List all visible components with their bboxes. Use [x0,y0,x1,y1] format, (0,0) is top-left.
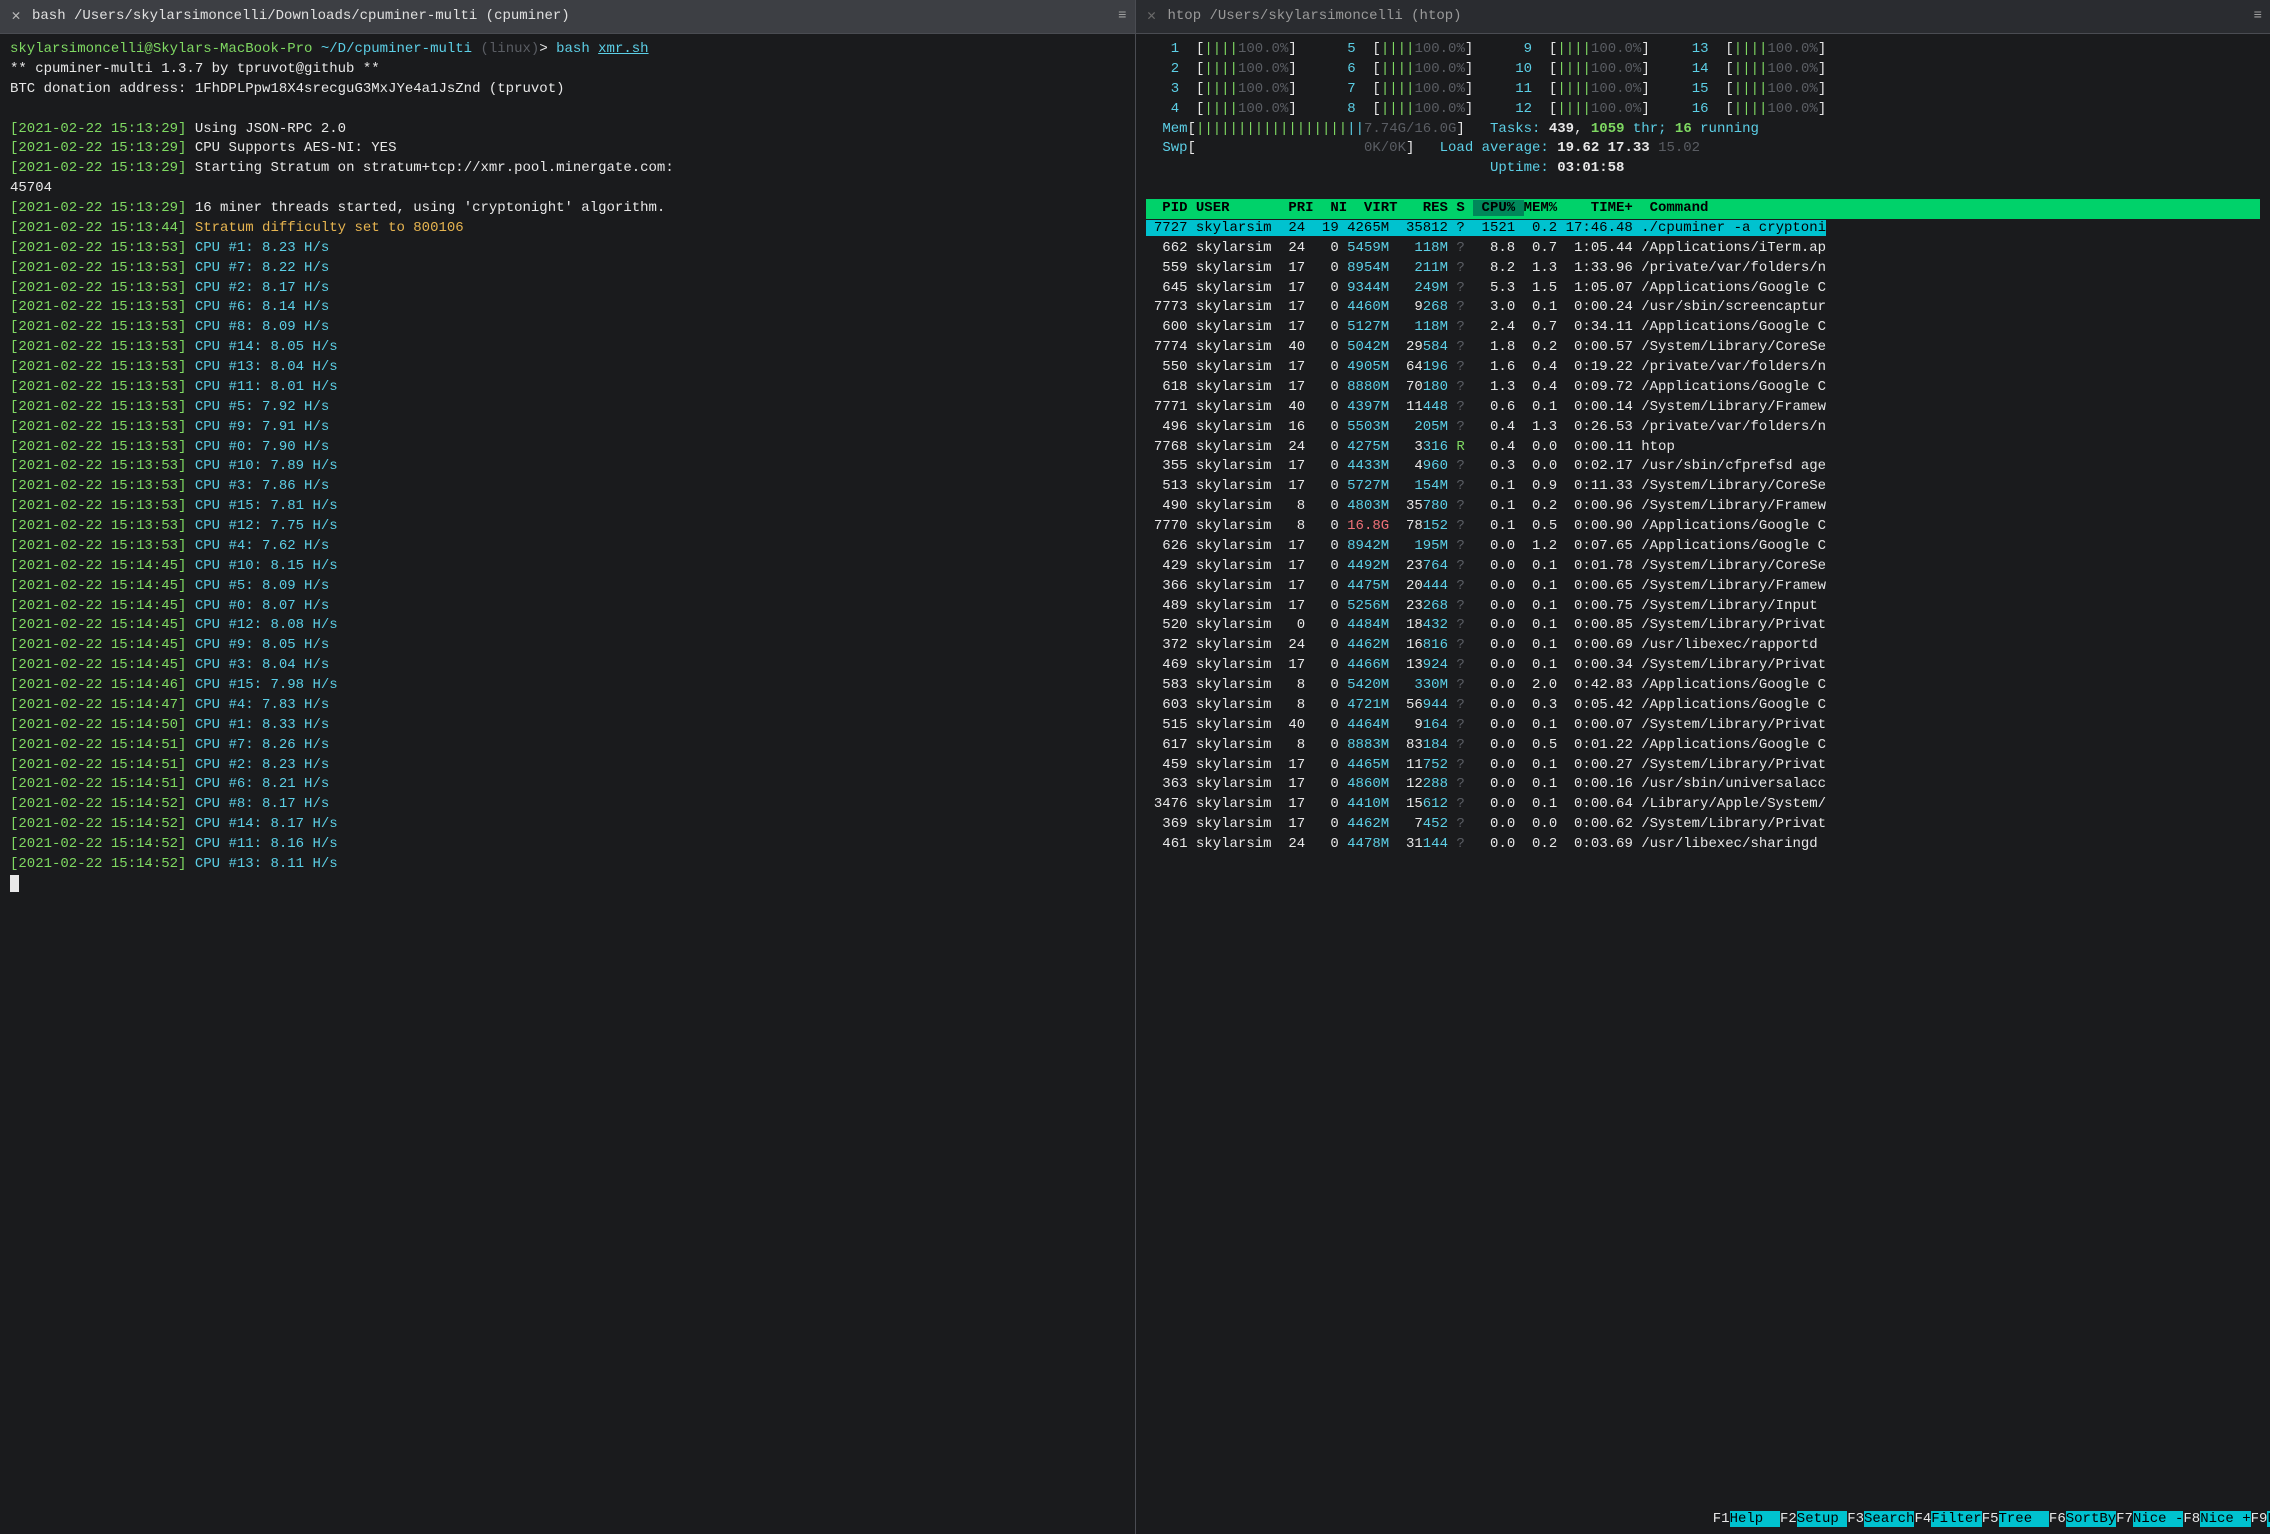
hamburger-icon[interactable]: ≡ [1118,7,1126,27]
right-tabbar: ✕ htop /Users/skylarsimoncelli (htop) ≡ [1136,0,2270,34]
close-icon[interactable]: ✕ [8,6,24,27]
right-pane: ✕ htop /Users/skylarsimoncelli (htop) ≡ … [1136,0,2270,1534]
right-terminal[interactable]: 1 [||||100.0%] 5 [||||100.0%] 9 [||||100… [1136,34,2270,1534]
left-pane: ✕ bash /Users/skylarsimoncelli/Downloads… [0,0,1136,1534]
htop-function-bar[interactable]: F1Help F2Setup F3SearchF4FilterF5Tree F6… [1703,1510,2270,1534]
right-tab-title[interactable]: htop /Users/skylarsimoncelli (htop) [1168,7,1462,27]
left-tabbar: ✕ bash /Users/skylarsimoncelli/Downloads… [0,0,1135,34]
hamburger-icon[interactable]: ≡ [2254,7,2262,27]
left-terminal[interactable]: skylarsimoncelli@Skylars-MacBook-Pro ~/D… [0,34,1135,1534]
close-icon[interactable]: ✕ [1144,6,1160,27]
left-tab-title[interactable]: bash /Users/skylarsimoncelli/Downloads/c… [32,7,570,27]
